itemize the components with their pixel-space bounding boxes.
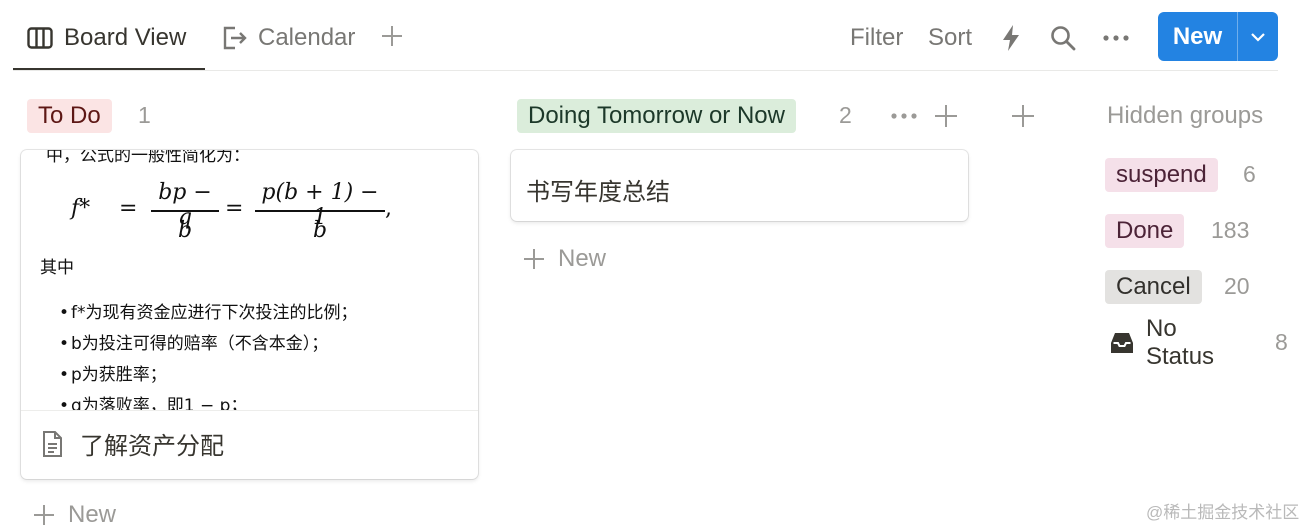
sort-button[interactable]: Sort: [928, 22, 972, 54]
add-new-label: New: [68, 501, 117, 526]
group-header-todo[interactable]: To Do: [27, 99, 112, 133]
hidden-group-label: No Status: [1146, 315, 1215, 370]
board-view-icon: [26, 24, 54, 52]
cover-bullet-list: f*为现有资金应进行下次投注的比例； b为投注可得的赔率（不含本金）； p为获胜…: [59, 300, 357, 410]
formula-lhs: f*: [71, 196, 91, 221]
hidden-group-count: 20: [1224, 273, 1250, 299]
list-item: p为获胜率；: [59, 362, 357, 393]
formula-fraction-2: p(b + 1) − 1 b: [255, 180, 385, 244]
cover-divider: [21, 410, 478, 411]
group-header-doing[interactable]: Doing Tomorrow or Now: [517, 99, 796, 133]
hidden-group-label: suspend: [1105, 158, 1218, 192]
formula-equals-1: =: [119, 196, 138, 221]
formula-comma: ,: [385, 196, 392, 221]
search-icon[interactable]: [1049, 22, 1077, 54]
card-title: 书写年度总结: [526, 179, 670, 206]
watermark: @稀土掘金技术社区: [1146, 503, 1300, 522]
cover-top-text: 中，公式的一般性简化为：: [46, 150, 250, 166]
add-new-card-doing[interactable]: New: [522, 244, 606, 274]
hidden-group-count: 183: [1211, 217, 1250, 243]
kelly-formula: f* = bp − q b = p(b + 1) − 1 b ,: [71, 180, 401, 244]
list-item: q为落败率，即1 − p；: [59, 393, 357, 410]
hidden-group-label: Cancel: [1105, 270, 1202, 304]
tab-calendar-label: Calendar: [258, 24, 356, 51]
card-doing[interactable]: 书写年度总结: [511, 150, 968, 221]
tab-board-view[interactable]: Board View: [26, 18, 186, 58]
tab-board-label: Board View: [64, 24, 187, 51]
top-divider: [13, 70, 1278, 71]
card-title-row: 了解资产分配: [38, 426, 224, 461]
cover-qizhong: 其中: [40, 258, 74, 278]
frac1-numerator: bp − q: [158, 180, 212, 230]
card-todo[interactable]: 中，公式的一般性简化为： f* = bp − q b = p(b + 1) − …: [21, 150, 478, 479]
page-icon: [38, 429, 66, 459]
plus-icon: [32, 503, 56, 526]
plus-icon: [522, 247, 546, 271]
frac1-denominator: b: [177, 217, 193, 243]
hidden-group-label: Done: [1105, 214, 1185, 248]
frac2-numerator: p(b + 1) − 1: [261, 180, 379, 230]
group-count-todo: 1: [138, 102, 151, 128]
top-bar: Board View Calendar Filter Sort New: [0, 0, 1313, 72]
list-item: b为投注可得的赔率（不含本金）；: [59, 331, 357, 362]
card-cover-image: 中，公式的一般性简化为： f* = bp − q b = p(b + 1) − …: [21, 150, 478, 410]
more-options-icon[interactable]: [1102, 22, 1130, 54]
add-new-card-todo[interactable]: New: [32, 500, 116, 526]
group-more-icon[interactable]: [890, 102, 918, 130]
group-add-icon[interactable]: [932, 102, 960, 130]
new-button[interactable]: New: [1158, 12, 1278, 61]
add-new-label: New: [558, 245, 607, 272]
add-view-icon[interactable]: [378, 22, 406, 50]
formula-equals-2: =: [225, 196, 244, 221]
formula-fraction-1: bp − q b: [151, 180, 219, 244]
filter-button[interactable]: Filter: [850, 22, 903, 54]
automation-bolt-icon[interactable]: [998, 22, 1024, 54]
list-item: f*为现有资金应进行下次投注的比例；: [59, 300, 357, 331]
calendar-link-icon: [220, 24, 248, 52]
hidden-groups-title: Hidden groups: [1107, 102, 1264, 129]
no-status-item: No Status: [1109, 315, 1214, 370]
hidden-group-count: 8: [1275, 329, 1288, 355]
chevron-down-icon[interactable]: [1238, 12, 1278, 61]
tab-calendar[interactable]: Calendar: [220, 18, 355, 58]
frac2-denominator: b: [312, 217, 328, 243]
hidden-group-count: 6: [1243, 161, 1256, 187]
group-count-doing: 2: [839, 102, 852, 128]
card-title: 了解资产分配: [80, 433, 224, 460]
new-button-label: New: [1172, 22, 1223, 50]
add-group-icon[interactable]: [1009, 102, 1037, 130]
inbox-icon: [1109, 330, 1135, 356]
